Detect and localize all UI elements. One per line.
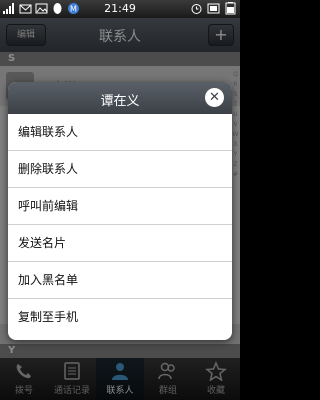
- menu-item-add-blacklist[interactable]: 加入黑名单: [8, 262, 232, 299]
- menu-item-delete-contact[interactable]: 删除联系人: [8, 151, 232, 188]
- dialog-menu: 编辑联系人 删除联系人 呼叫前编辑 发送名片 加入黑名单 复制至手机: [8, 114, 232, 336]
- close-button[interactable]: ✕: [205, 88, 224, 107]
- contact-options-dialog: 谭在义 ✕ 编辑联系人 删除联系人 呼叫前编辑 发送名片 加入黑名单 复制至手机: [8, 82, 232, 340]
- battery-icon: [225, 2, 236, 15]
- alarm-icon: [191, 4, 202, 14]
- dialog-header: 谭在义 ✕: [8, 82, 232, 114]
- screen-icon: [207, 3, 220, 14]
- menu-item-copy-to-phone[interactable]: 复制至手机: [8, 299, 232, 336]
- menu-item-edit-before-call[interactable]: 呼叫前编辑: [8, 188, 232, 225]
- status-bar: M 21:49: [0, 0, 240, 18]
- close-icon: ✕: [209, 90, 220, 105]
- menu-item-edit-contact[interactable]: 编辑联系人: [8, 114, 232, 151]
- dialog-title: 谭在义: [100, 94, 140, 109]
- status-icons-right: [190, 2, 237, 15]
- menu-item-send-card[interactable]: 发送名片: [8, 225, 232, 262]
